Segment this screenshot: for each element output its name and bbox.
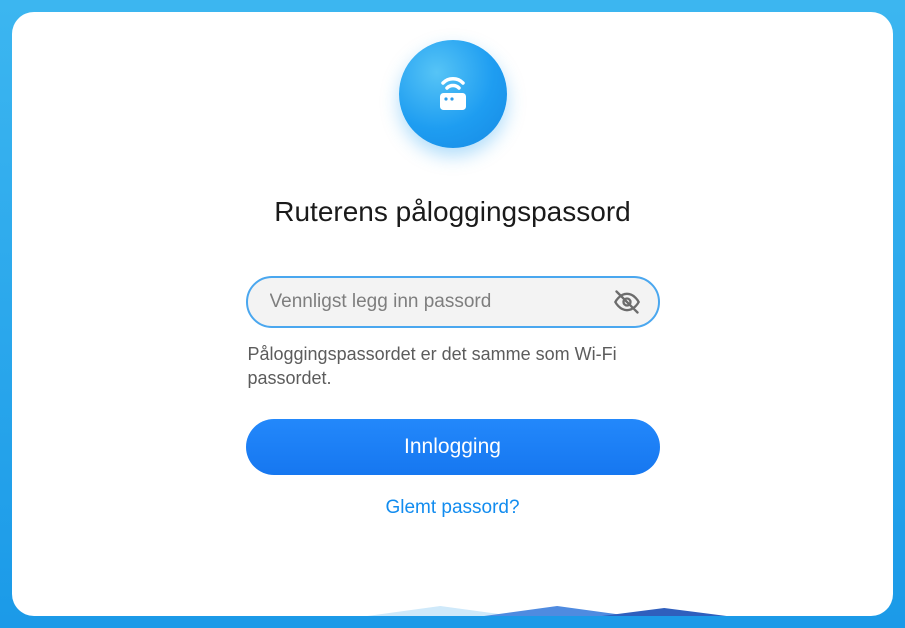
eye-off-icon xyxy=(613,288,641,316)
login-button[interactable]: Innlogging xyxy=(246,419,660,475)
page-title: Ruterens påloggingspassord xyxy=(274,196,630,228)
toggle-password-visibility[interactable] xyxy=(612,287,642,317)
password-input-wrapper[interactable] xyxy=(246,276,660,328)
login-card: Ruterens påloggingspassord Påloggingspas… xyxy=(12,12,893,616)
password-hint: Påloggingspassordet er det samme som Wi-… xyxy=(246,342,660,391)
forgot-password-link[interactable]: Glemt passord? xyxy=(246,497,660,519)
bottom-decoration xyxy=(12,606,893,616)
password-input[interactable] xyxy=(270,278,604,326)
login-form: Påloggingspassordet er det samme som Wi-… xyxy=(246,276,660,519)
router-icon xyxy=(426,67,480,121)
router-logo xyxy=(399,40,507,148)
